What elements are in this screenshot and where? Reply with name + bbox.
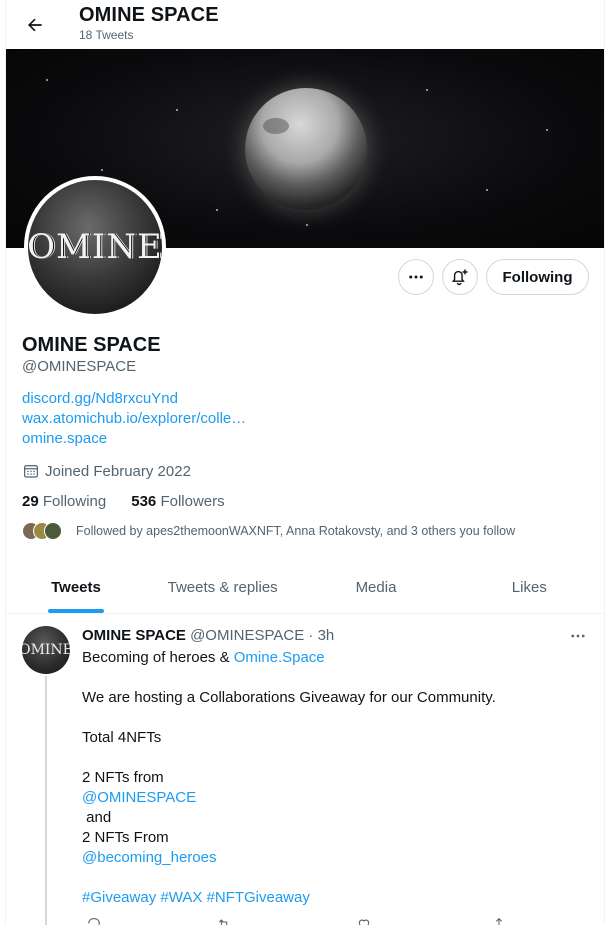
followed-by[interactable]: Followed by apes2themoonWAXNFT, Anna Rot… — [22, 522, 515, 540]
calendar-icon — [24, 465, 38, 478]
following-stat[interactable]: 29 Following — [22, 493, 106, 510]
followers-stat[interactable]: 536 Followers — [131, 493, 224, 510]
thread-line — [45, 676, 47, 925]
profile-avatar[interactable]: OMINE — [24, 176, 166, 318]
share-icon[interactable] — [491, 916, 507, 925]
notify-button[interactable] — [442, 259, 478, 295]
tweet-line: Becoming of heroes & Omine.Space — [82, 649, 325, 666]
tweet-line: We are hosting a Collaborations Giveaway… — [82, 689, 496, 706]
tweet-author[interactable]: OMINE SPACE — [82, 627, 186, 644]
like-icon[interactable] — [356, 916, 372, 925]
profile-link-website[interactable]: omine.space — [22, 430, 107, 447]
bell-plus-icon — [451, 269, 468, 286]
tweet-line: 2 NFTs From — [82, 829, 169, 846]
arrow-left-icon — [28, 18, 42, 32]
profile-page: OMINE SPACE 18 Tweets OMINE Following OM… — [5, 0, 605, 925]
joined-date: Joined February 2022 — [22, 462, 191, 480]
tweet-hashtags[interactable]: #Giveaway #WAX #NFTGiveaway — [82, 889, 310, 906]
followed-by-text: Followed by apes2themoonWAXNFT, Anna Rot… — [76, 524, 516, 538]
page-title: OMINE SPACE — [79, 4, 219, 26]
tweet-mention[interactable]: @becoming_heroes — [82, 849, 216, 866]
tab-tweets-replies[interactable]: Tweets & replies — [146, 562, 299, 613]
tab-media[interactable]: Media — [299, 562, 452, 613]
tweet-line: Total 4NFTs — [82, 729, 162, 746]
tweet[interactable]: OMINE OMINE SPACE @OMINESPACE · 3h Becom… — [6, 614, 604, 925]
tweet-avatar-text: OMINE — [22, 642, 70, 658]
following-button[interactable]: Following — [486, 259, 589, 295]
tweet-more-button[interactable] — [566, 626, 590, 646]
profile-tabs: Tweets Tweets & replies Media Likes — [6, 562, 604, 614]
tweet-line: 2 NFTs from — [82, 769, 164, 786]
tweet-time[interactable]: 3h — [318, 627, 335, 644]
tab-likes[interactable]: Likes — [453, 562, 604, 613]
avatar-logo-text: OMINE — [27, 227, 163, 267]
tab-tweets[interactable]: Tweets — [6, 562, 146, 613]
tweet-avatar[interactable]: OMINE — [22, 626, 70, 674]
follower-avatar — [44, 522, 62, 540]
more-horizontal-icon — [571, 634, 585, 638]
tweet-link[interactable]: Omine.Space — [234, 649, 325, 666]
profile-stats: 29 Following 536 Followers — [22, 493, 225, 510]
tweet-line: and — [82, 809, 112, 826]
tweet-handle[interactable]: @OMINESPACE — [190, 627, 304, 644]
tweet-count: 18 Tweets — [79, 28, 134, 42]
tweet-separator: · — [308, 627, 314, 644]
profile-name: OMINE SPACE — [22, 334, 161, 356]
back-button[interactable] — [18, 8, 52, 42]
more-button[interactable] — [398, 259, 434, 295]
joined-text: Joined February 2022 — [45, 462, 191, 480]
tweet-mention[interactable]: @OMINESPACE — [82, 789, 196, 806]
moon-image — [245, 88, 367, 210]
tweet-header: OMINE SPACE @OMINESPACE · 3h — [82, 627, 334, 644]
top-bar: OMINE SPACE 18 Tweets — [6, 0, 604, 49]
retweet-icon[interactable] — [216, 916, 232, 925]
reply-icon[interactable] — [86, 916, 102, 925]
profile-link-atomichub[interactable]: wax.atomichub.io/explorer/colle… — [22, 410, 246, 427]
profile-handle: @OMINESPACE — [22, 358, 137, 375]
more-horizontal-icon — [409, 275, 423, 279]
profile-link-discord[interactable]: discord.gg/Nd8rxcuYnd — [22, 390, 178, 407]
